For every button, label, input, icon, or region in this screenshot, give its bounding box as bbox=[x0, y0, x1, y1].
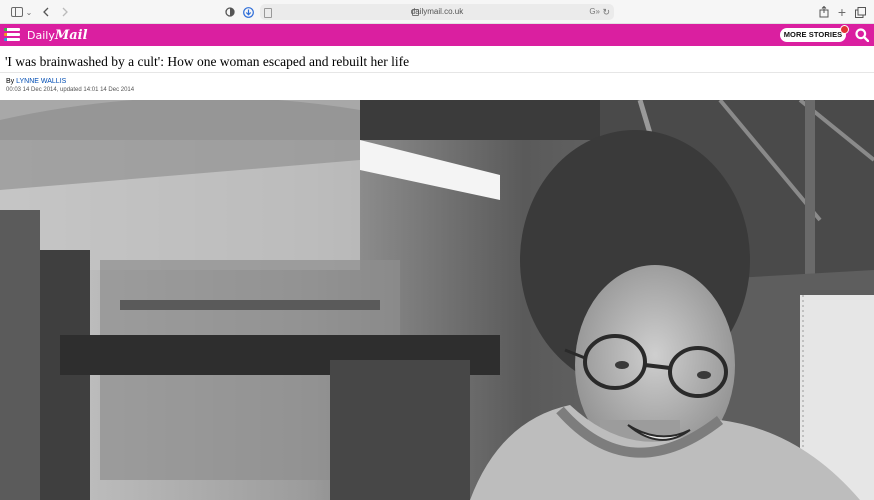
tab-overview-icon[interactable] bbox=[854, 4, 866, 20]
site-header: DailyMail MORE STORIES bbox=[0, 24, 874, 46]
download-icon[interactable] bbox=[242, 4, 254, 20]
daily-mail-logo[interactable]: DailyMail bbox=[27, 27, 88, 44]
browser-toolbar: ⌄ dailymail.co.uk G» ↻ + bbox=[0, 0, 874, 24]
more-stories-button[interactable]: MORE STORIES bbox=[780, 25, 849, 42]
share-icon[interactable] bbox=[818, 4, 830, 20]
notification-dot bbox=[840, 25, 849, 34]
search-icon[interactable] bbox=[855, 28, 870, 43]
logo-daily-text: Daily bbox=[27, 29, 55, 42]
privacy-shield-icon[interactable] bbox=[224, 4, 236, 20]
byline-prefix: By bbox=[6, 78, 17, 85]
byline: By LYNNE WALLIS bbox=[6, 78, 66, 85]
article-photo bbox=[0, 100, 874, 500]
address-bar[interactable]: dailymail.co.uk G» ↻ bbox=[260, 4, 614, 20]
back-button[interactable] bbox=[41, 4, 51, 20]
article-dates: 00:03 14 Dec 2014, updated 14:01 14 Dec … bbox=[6, 87, 135, 93]
translate-icon[interactable]: G» bbox=[589, 4, 600, 20]
divider bbox=[0, 72, 874, 73]
new-tab-icon[interactable]: + bbox=[836, 4, 848, 20]
chevron-down-icon[interactable]: ⌄ bbox=[25, 4, 33, 20]
sidebar-toggle-icon[interactable] bbox=[10, 4, 24, 20]
forward-button[interactable] bbox=[60, 4, 70, 20]
menu-icon[interactable] bbox=[4, 27, 20, 43]
article-headline: 'I was brainwashed by a cult': How one w… bbox=[5, 54, 410, 69]
reload-icon[interactable]: ↻ bbox=[602, 4, 610, 20]
more-stories-label: MORE STORIES bbox=[783, 30, 843, 39]
url-text: dailymail.co.uk bbox=[410, 7, 464, 16]
logo-mail-text: Mail bbox=[54, 28, 88, 43]
author-link[interactable]: LYNNE WALLIS bbox=[16, 78, 66, 85]
